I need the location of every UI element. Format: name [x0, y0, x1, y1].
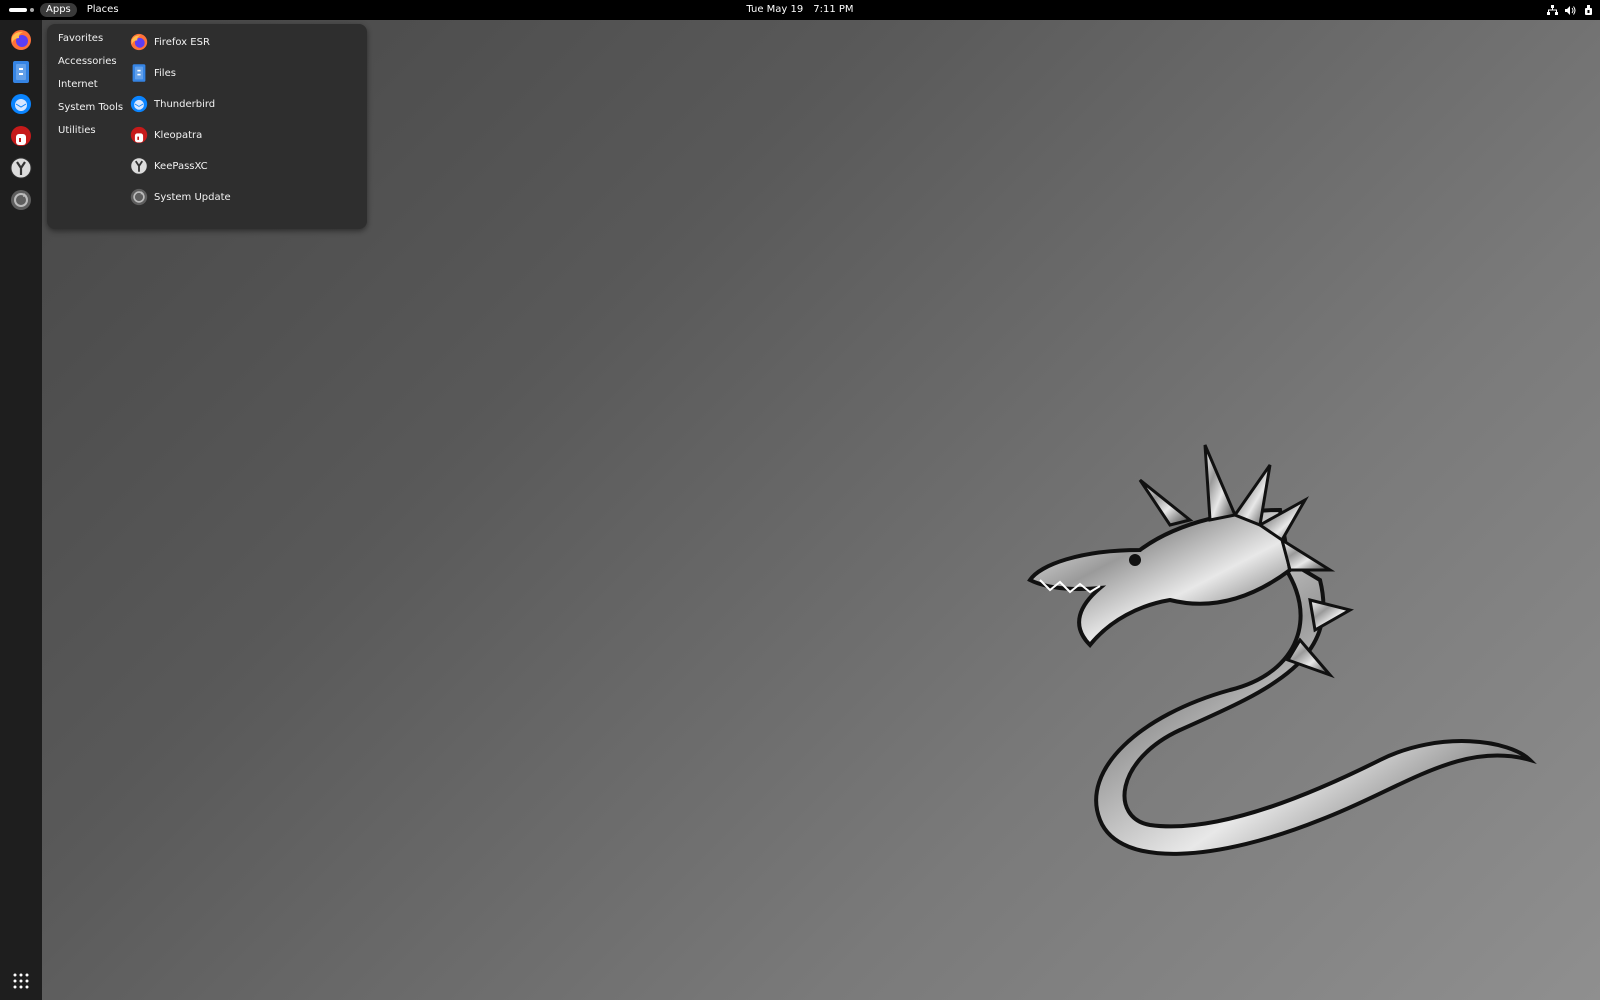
category-utilities[interactable]: Utilities — [58, 123, 96, 139]
category-favorites[interactable]: Favorites — [58, 31, 103, 47]
volume-icon[interactable] — [1564, 4, 1576, 16]
keepassxc-icon — [10, 157, 32, 179]
activities-pill-icon — [9, 8, 27, 12]
places-menu-button[interactable]: Places — [81, 3, 125, 17]
app-item-kleopatra[interactable]: Kleopatra — [130, 124, 202, 146]
system-update-icon — [130, 188, 148, 206]
apps-menu-button[interactable]: Apps — [40, 3, 77, 17]
dash-dock — [0, 20, 42, 1000]
activities-button[interactable] — [0, 0, 36, 20]
network-icon[interactable] — [1546, 4, 1558, 16]
app-label: Firefox ESR — [154, 36, 210, 48]
power-icon[interactable] — [1582, 4, 1594, 16]
clock[interactable]: Tue May 19 7:11 PM — [0, 0, 1600, 20]
kleopatra-icon — [11, 126, 31, 146]
category-internet[interactable]: Internet — [58, 77, 98, 93]
firefox-icon — [11, 30, 31, 50]
firefox-icon — [130, 33, 148, 51]
app-item-thunderbird[interactable]: Thunderbird — [130, 93, 215, 115]
workspace-dot-icon — [30, 8, 34, 12]
app-item-firefox[interactable]: Firefox ESR — [130, 31, 210, 53]
dragon-wallpaper-art — [1027, 444, 1537, 856]
dock-keepassxc[interactable] — [9, 156, 33, 180]
apps-menu-popup: Favorites Accessories Internet System To… — [47, 24, 367, 229]
clock-date: Tue May 19 — [746, 4, 804, 15]
files-icon — [13, 61, 29, 83]
dock-files[interactable] — [9, 60, 33, 84]
category-system-tools[interactable]: System Tools — [58, 100, 123, 116]
thunderbird-icon — [130, 95, 148, 113]
thunderbird-icon — [11, 94, 31, 114]
app-item-keepassxc[interactable]: KeePassXC — [130, 155, 208, 177]
dock-system-update[interactable] — [9, 188, 33, 212]
show-apps-button[interactable] — [13, 973, 29, 989]
top-bar: Apps Places Tue May 19 7:11 PM — [0, 0, 1600, 20]
dock-kleopatra[interactable] — [9, 124, 33, 148]
app-label: System Update — [154, 191, 231, 203]
app-label: Kleopatra — [154, 129, 203, 141]
app-label: Files — [154, 67, 176, 79]
app-item-files[interactable]: Files — [130, 62, 176, 84]
dock-firefox[interactable] — [9, 28, 33, 52]
app-grid-icon — [13, 973, 29, 989]
app-label: KeePassXC — [154, 160, 208, 172]
app-label: Thunderbird — [154, 98, 216, 110]
kleopatra-icon — [130, 126, 148, 144]
files-icon — [130, 64, 148, 82]
keepassxc-icon — [130, 157, 148, 175]
system-update-icon — [11, 190, 31, 210]
clock-time: 7:11 PM — [813, 4, 854, 15]
app-item-system-update[interactable]: System Update — [130, 186, 231, 208]
category-accessories[interactable]: Accessories — [58, 54, 117, 70]
dock-thunderbird[interactable] — [9, 92, 33, 116]
desktop-background: Apps Places Tue May 19 7:11 PM Favorites… — [0, 0, 1600, 1000]
system-tray[interactable] — [1540, 0, 1594, 20]
